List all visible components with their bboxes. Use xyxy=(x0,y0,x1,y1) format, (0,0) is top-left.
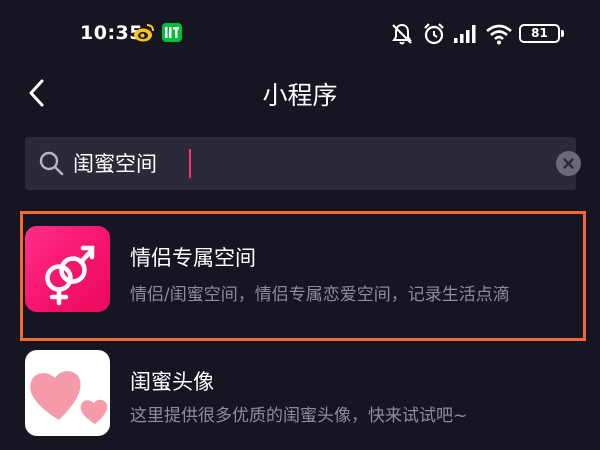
nav-bar: 小程序 xyxy=(0,68,600,118)
result-description: 情侣/闺蜜空间，情侣专属恋爱空间，记录生活点滴 xyxy=(130,285,510,305)
iqiyi-icon xyxy=(162,23,182,42)
result-title: 闺蜜头像 xyxy=(130,370,214,394)
page-title: 小程序 xyxy=(262,81,338,110)
battery-icon: 81 xyxy=(519,24,560,43)
couple-symbol-icon xyxy=(25,226,110,312)
alarm-icon xyxy=(424,23,444,45)
close-icon xyxy=(563,158,574,169)
result-item-couple-space[interactable]: 情侣专属空间 情侣/闺蜜空间，情侣专属恋爱空间，记录生活点滴 xyxy=(0,210,600,328)
clear-search-button[interactable] xyxy=(556,151,581,176)
text-caret xyxy=(189,149,191,178)
status-bar: 10:35 81 xyxy=(0,0,600,68)
hearts-icon xyxy=(25,350,110,436)
wifi-icon xyxy=(486,24,512,45)
search-bar[interactable] xyxy=(25,137,581,190)
result-item-bestie-avatar[interactable]: 闺蜜头像 这里提供很多优质的闺蜜头像，快来试试吧~ xyxy=(0,348,600,450)
result-description: 这里提供很多优质的闺蜜头像，快来试试吧~ xyxy=(130,406,468,426)
search-icon xyxy=(39,151,64,176)
mute-icon xyxy=(392,23,412,45)
battery-tip xyxy=(561,30,564,37)
weibo-icon xyxy=(134,24,154,42)
search-input[interactable] xyxy=(73,145,513,181)
signal-icon xyxy=(454,25,476,43)
result-title: 情侣专属空间 xyxy=(130,246,256,270)
